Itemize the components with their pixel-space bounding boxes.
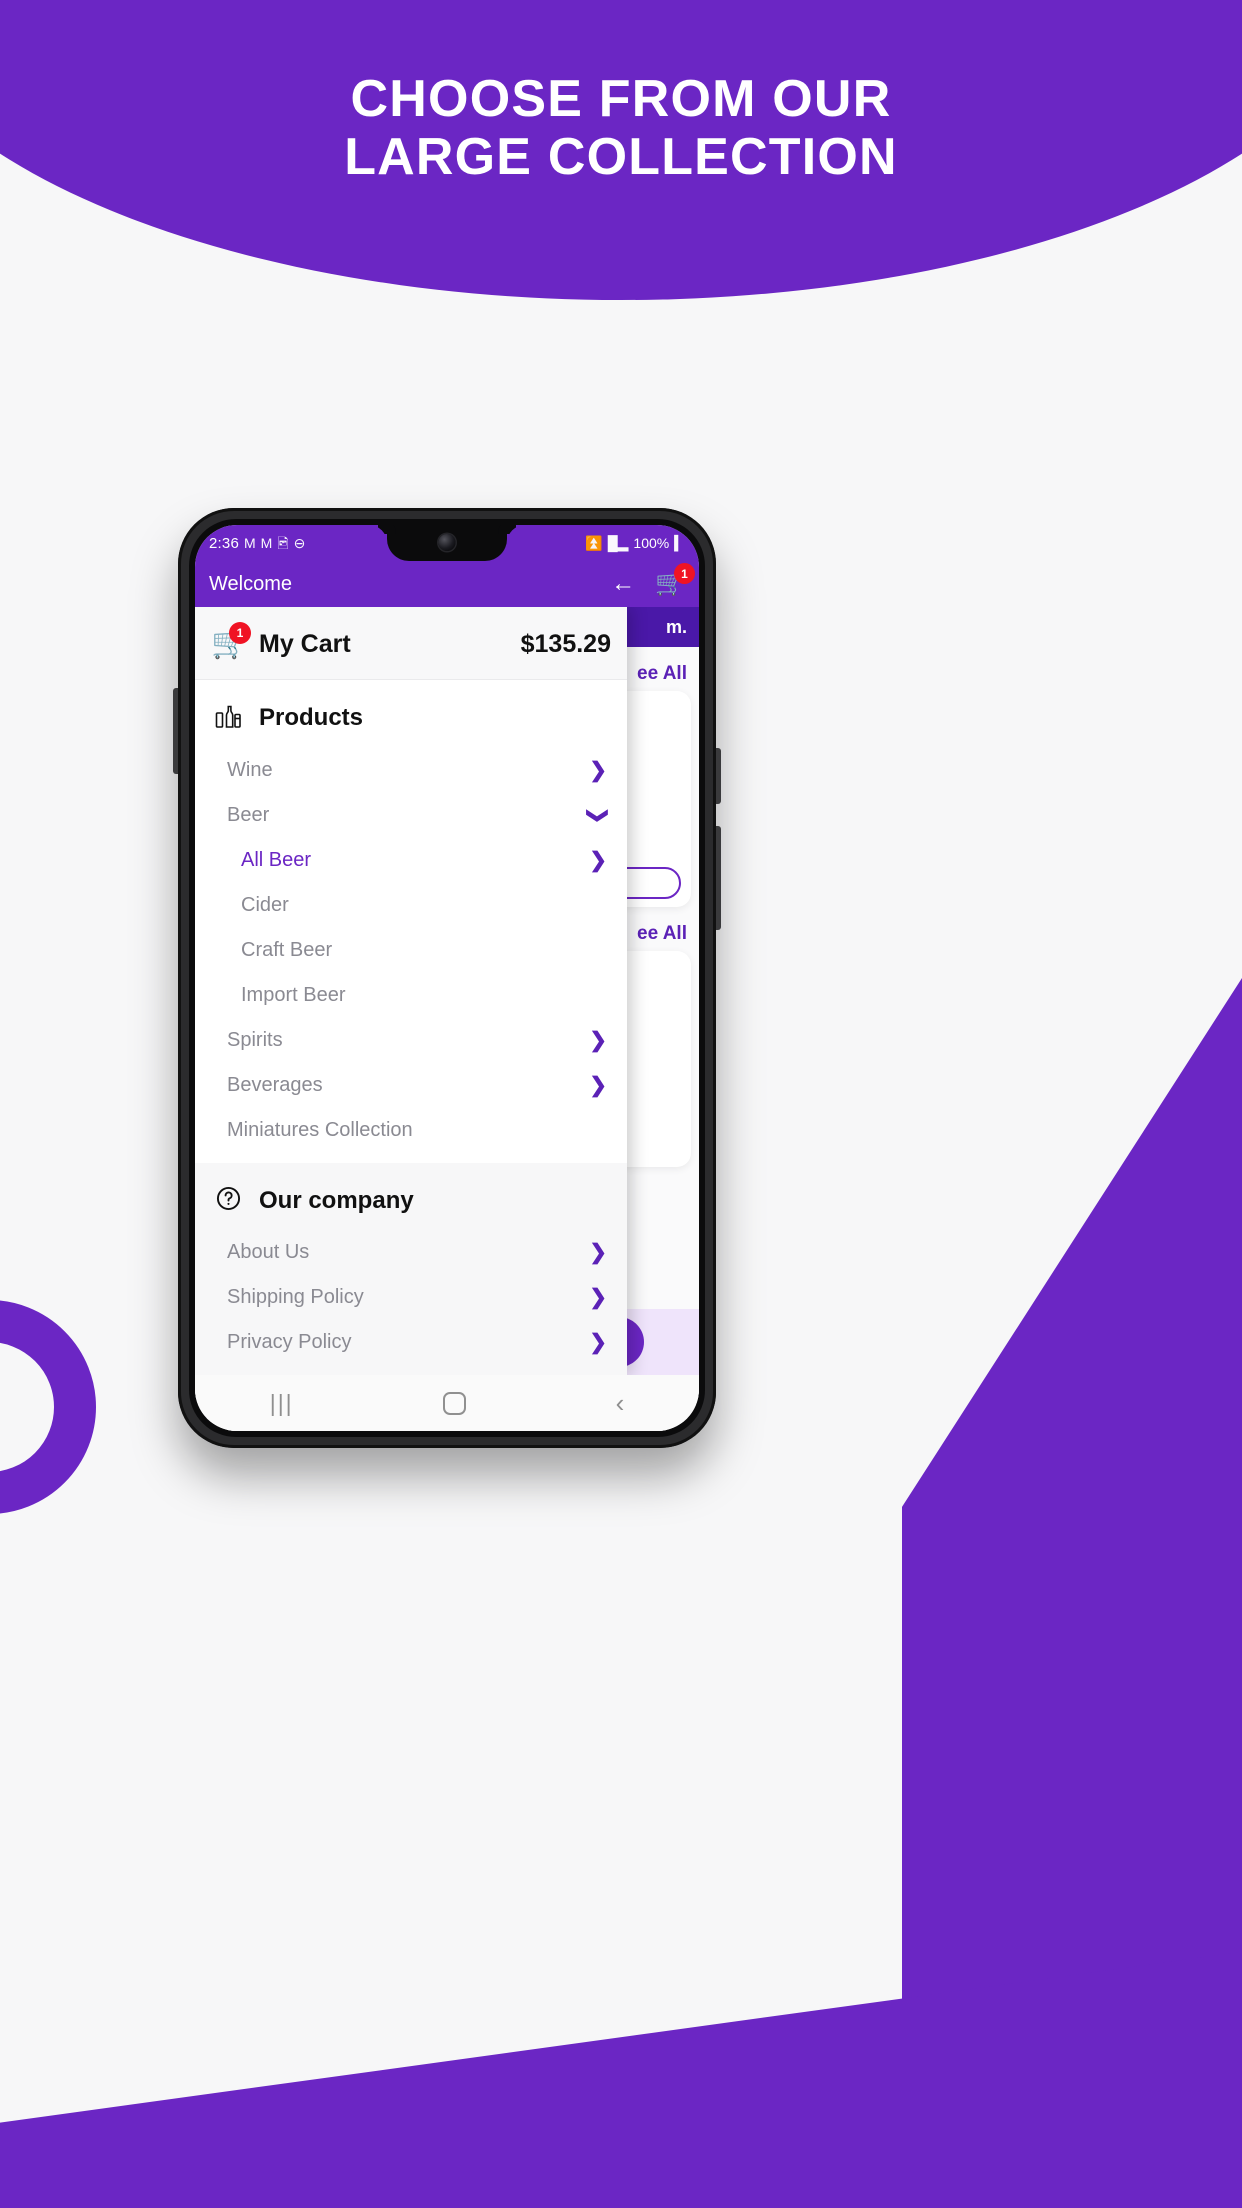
- arrow-left-icon[interactable]: ←: [611, 572, 635, 596]
- drawer-cart-label: My Cart: [259, 629, 351, 658]
- front-camera-icon: [438, 534, 456, 551]
- wifi-icon: ⏫: [585, 535, 603, 551]
- cart-button[interactable]: 🛒 1: [655, 563, 695, 596]
- drawer-company-title: Our company: [259, 1186, 414, 1214]
- drawer-product-item-label: All Beer: [241, 849, 312, 871]
- see-all-link-1[interactable]: ee All: [637, 663, 687, 685]
- promo-text: m.: [665, 616, 687, 637]
- drawer-product-item-label: Beverages: [227, 1074, 323, 1096]
- drawer-product-item[interactable]: Wine ❯: [195, 748, 627, 793]
- drawer-my-cart-row[interactable]: 🛒 1 My Cart $135.29: [195, 607, 627, 680]
- see-all-link-2[interactable]: ee All: [637, 923, 687, 945]
- drawer-product-item-label: Wine: [227, 759, 273, 781]
- phone-power-button: [716, 748, 721, 804]
- back-icon[interactable]: ‹: [616, 1388, 625, 1419]
- drawer-products-title: Products: [259, 704, 364, 731]
- chevron-right-icon: ❯: [589, 1074, 607, 1097]
- hero-title: CHOOSE FROM OUR LARGE COLLECTION: [0, 0, 1242, 186]
- drawer-company-item-label: Privacy Policy: [227, 1331, 352, 1353]
- chevron-right-icon: ❯: [589, 849, 607, 872]
- drawer-product-item-label: Beer: [227, 804, 270, 826]
- drawer-product-item[interactable]: Miniatures Collection: [195, 1108, 627, 1153]
- chevron-right-icon: ❯: [589, 759, 607, 782]
- navigation-drawer: 🛒 1 My Cart $135.29 Products Wine ❯ Beer…: [195, 607, 627, 1375]
- app-bar-actions: ← 🛒 1: [611, 563, 695, 596]
- drawer-product-item[interactable]: Craft Beer: [195, 928, 627, 973]
- app-bar: Welcome ← 🛒 1: [195, 561, 699, 607]
- app-bar-title: Welcome: [209, 572, 292, 595]
- home-icon[interactable]: [443, 1391, 467, 1415]
- cart-badge: 1: [674, 563, 695, 584]
- drawer-product-item-label: Craft Beer: [241, 939, 333, 961]
- drawer-product-item-label: Spirits: [227, 1029, 283, 1051]
- drawer-product-item-label: Miniatures Collection: [227, 1119, 413, 1141]
- minus-circle-icon: ⊖: [293, 535, 306, 551]
- chevron-right-icon: ❯: [589, 1241, 607, 1264]
- battery-icon: ▍: [674, 535, 685, 551]
- hero-title-line1: CHOOSE FROM OUR: [350, 70, 892, 128]
- status-bar-left: 2:36 M M 🖻 ⊖: [209, 535, 305, 552]
- drawer-product-item[interactable]: Import Beer: [195, 973, 627, 1018]
- drawer-product-item[interactable]: Beverages ❯: [195, 1063, 627, 1108]
- drawer-company-section: Our company About Us ❯ Shipping Policy ❯ Pri…: [195, 1163, 627, 1375]
- drawer-company-item-label: About Us: [227, 1241, 310, 1263]
- chevron-down-icon: ❯: [586, 806, 610, 825]
- drawer-product-item-label: Cider: [241, 894, 289, 916]
- image-icon: 🖻: [277, 535, 289, 551]
- chevron-right-icon: ❯: [589, 1286, 607, 1309]
- drawer-company-header: Our company: [195, 1169, 627, 1230]
- phone-screen: m. ee All $ A ee All: [195, 525, 699, 1431]
- drawer-product-item[interactable]: Spirits ❯: [195, 1018, 627, 1063]
- phone-bezel: m. ee All $ A ee All: [189, 519, 705, 1437]
- drawer-product-item[interactable]: All Beer ❯: [195, 838, 627, 883]
- signal-bars-icon: █▂: [607, 535, 629, 551]
- drawer-company-item[interactable]: Shipping Policy ❯: [195, 1275, 627, 1320]
- battery-percent: 100%: [633, 535, 670, 551]
- android-nav-bar: ||| ‹: [195, 1375, 699, 1431]
- gmail-icon: M: [244, 535, 256, 551]
- drawer-product-item[interactable]: Cider: [195, 883, 627, 928]
- chevron-right-icon: ❯: [589, 1331, 607, 1354]
- drawer-product-item-label: Import Beer: [241, 984, 346, 1006]
- decor-ring-shape: [0, 1300, 96, 1514]
- status-bar-right: ⏫ █▂ 100% ▍: [585, 535, 685, 551]
- drawer-company-item[interactable]: Privacy Policy ❯: [195, 1320, 627, 1365]
- status-clock: 2:36: [209, 534, 239, 552]
- drawer-product-item[interactable]: Beer ❯: [195, 793, 627, 838]
- drawer-products-section: Products Wine ❯ Beer ❯ All Beer ❯ Cider Craft B…: [195, 680, 627, 1163]
- bottles-icon: [211, 702, 245, 734]
- question-circle-icon: [211, 1185, 245, 1216]
- drawer-company-item[interactable]: About Us ❯: [195, 1230, 627, 1275]
- drawer-company-item-label: Shipping Policy: [227, 1286, 364, 1308]
- camera-notch: [387, 525, 507, 561]
- phone-volume-button: [173, 688, 178, 774]
- drawer-cart-badge: 1: [229, 622, 251, 644]
- gmail-icon: M: [260, 535, 273, 551]
- drawer-company-list: About Us ❯ Shipping Policy ❯ Privacy Policy ❯…: [195, 1230, 627, 1375]
- recents-icon[interactable]: |||: [270, 1390, 294, 1417]
- hero-title-line2: LARGE COLLECTION: [344, 128, 898, 187]
- cart-icon: 🛒 1: [211, 622, 251, 659]
- chevron-right-icon: ❯: [589, 1029, 607, 1052]
- phone-mockup: m. ee All $ A ee All: [173, 508, 721, 1448]
- drawer-products-list: Wine ❯ Beer ❯ All Beer ❯ Cider Craft Beer Import…: [195, 748, 627, 1153]
- phone-side-button: [716, 826, 721, 930]
- drawer-company-item[interactable]: Contact Us❯: [195, 1365, 627, 1375]
- drawer-cart-total: $135.29: [520, 629, 611, 658]
- drawer-products-header: Products: [195, 686, 627, 748]
